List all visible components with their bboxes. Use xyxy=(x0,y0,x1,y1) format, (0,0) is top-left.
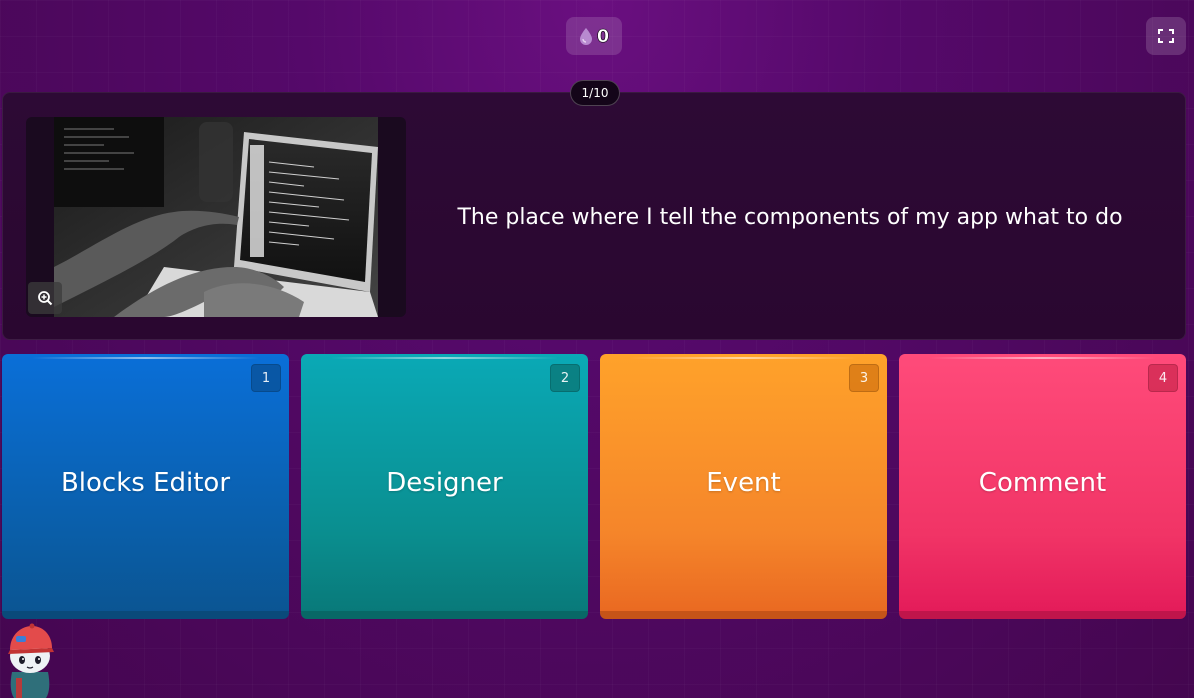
answer-option-2[interactable]: 2 Designer xyxy=(301,354,588,619)
answer-option-3[interactable]: 3 Event xyxy=(600,354,887,619)
question-counter: 1/10 xyxy=(570,80,620,106)
option-shine xyxy=(929,357,1156,359)
question-image[interactable] xyxy=(54,117,378,317)
option-shine xyxy=(331,357,558,359)
answer-option-1[interactable]: 1 Blocks Editor xyxy=(2,354,289,619)
score-value: 0 xyxy=(596,25,610,47)
option-number: 2 xyxy=(550,364,580,392)
option-number: 1 xyxy=(251,364,281,392)
expand-icon xyxy=(1158,29,1174,43)
option-shine xyxy=(630,357,857,359)
answer-option-4[interactable]: 4 Comment xyxy=(899,354,1186,619)
drop-icon xyxy=(579,28,592,45)
option-label: Blocks Editor xyxy=(60,467,231,498)
question-text: The place where I tell the components of… xyxy=(457,205,1123,230)
option-number: 3 xyxy=(849,364,879,392)
option-shine xyxy=(32,357,259,359)
zoom-button[interactable] xyxy=(28,282,62,314)
question-image-frame xyxy=(26,117,406,317)
score-badge: 0 xyxy=(566,17,622,55)
fullscreen-button[interactable] xyxy=(1146,17,1186,55)
option-label: Designer xyxy=(386,467,503,498)
mascot-avatar xyxy=(8,623,54,698)
option-label: Event xyxy=(706,467,781,498)
option-number: 4 xyxy=(1148,364,1178,392)
zoom-in-icon xyxy=(38,291,53,306)
option-label: Comment xyxy=(978,467,1107,498)
